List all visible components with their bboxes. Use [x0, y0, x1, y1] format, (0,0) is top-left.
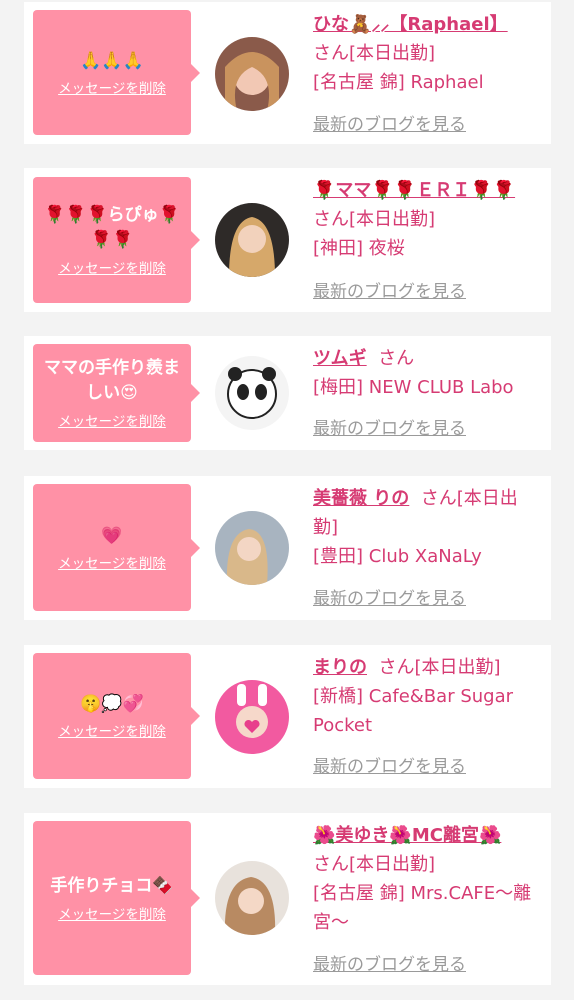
cast-status: さん[本日出勤] — [313, 43, 436, 64]
cast-info: ツムギ さん [梅田] NEW CLUB Labo — [313, 344, 537, 402]
cast-name-link[interactable]: 美薔薇 りの — [313, 488, 409, 509]
avatar[interactable] — [215, 37, 289, 111]
cast-status: さん — [378, 348, 415, 369]
message-text: 🤫💭💞 — [80, 694, 144, 714]
latest-blog-link[interactable]: 最新のブログを見る — [313, 950, 466, 975]
cast-info: 🌹ママ🌹🌹ＥＲＩ🌹🌹 さん[本日出勤] [神田] 夜桜 — [313, 176, 537, 263]
cast-info: ひな🧸⸝⸝【Raphael】 さん[本日出勤] [名古屋 錦] Raphael — [313, 10, 537, 97]
avatar[interactable] — [215, 861, 289, 935]
delete-message-link[interactable]: メッセージを削除 — [58, 552, 166, 572]
message-card: 💗 メッセージを削除 美薔薇 りの さん[本日出勤] [豊田] Club XaN… — [24, 476, 551, 620]
message-card: ママの手作り羨ましい😍 メッセージを削除 ツムギ さん [梅田] NEW CLU… — [24, 336, 551, 450]
latest-blog-link[interactable]: 最新のブログを見る — [313, 584, 466, 609]
message-text: 🌹🌹🌹らぴゅ🌹🌹🌹 — [44, 205, 180, 250]
shop-location: [梅田] NEW CLUB Labo — [313, 377, 514, 398]
cast-name-link[interactable]: ツムギ — [313, 348, 367, 369]
delete-message-link[interactable]: メッセージを削除 — [58, 257, 166, 277]
delete-message-link[interactable]: メッセージを削除 — [58, 903, 166, 923]
cast-status: さん[本日出勤] — [313, 854, 436, 875]
message-card: 🙏🙏🙏 メッセージを削除 ひな🧸⸝⸝【Raphael】 さん[本日出勤] [名古… — [24, 2, 551, 144]
latest-blog-link[interactable]: 最新のブログを見る — [313, 277, 466, 302]
delete-message-link[interactable]: メッセージを削除 — [58, 410, 166, 430]
message-bubble: 手作りチョコ🍫 メッセージを削除 — [33, 821, 200, 975]
cast-info: 美薔薇 りの さん[本日出勤] [豊田] Club XaNaLy — [313, 484, 537, 571]
cast-name-link[interactable]: まりの — [313, 657, 367, 678]
avatar[interactable] — [215, 203, 289, 277]
latest-blog-link[interactable]: 最新のブログを見る — [313, 752, 466, 777]
message-text: 💗 — [101, 525, 123, 546]
avatar[interactable] — [215, 680, 289, 754]
avatar[interactable] — [215, 511, 289, 585]
message-text: 手作りチョコ🍫 — [50, 875, 174, 896]
message-card: 手作りチョコ🍫 メッセージを削除 🌺美ゆき🌺MC離宮🌺 さん[本日出勤] [名古… — [24, 813, 551, 985]
message-bubble: 🙏🙏🙏 メッセージを削除 — [33, 10, 200, 135]
cast-status: さん[本日出勤] — [378, 657, 501, 678]
delete-message-link[interactable]: メッセージを削除 — [58, 720, 166, 740]
avatar[interactable] — [215, 356, 289, 430]
shop-location: [新橋] Cafe&Bar Sugar Pocket — [313, 686, 514, 736]
cast-info: 🌺美ゆき🌺MC離宮🌺 さん[本日出勤] [名古屋 錦] Mrs.CAFE～離宮～ — [313, 821, 537, 937]
cast-name-link[interactable]: 🌹ママ🌹🌹ＥＲＩ🌹🌹 — [313, 180, 515, 201]
delete-message-link[interactable]: メッセージを削除 — [58, 77, 166, 97]
shop-location: [名古屋 錦] Mrs.CAFE～離宮～ — [313, 883, 532, 933]
message-bubble: 💗 メッセージを削除 — [33, 484, 200, 611]
message-bubble: 🌹🌹🌹らぴゅ🌹🌹🌹 メッセージを削除 — [33, 177, 200, 303]
message-card: 🌹🌹🌹らぴゅ🌹🌹🌹 メッセージを削除 🌹ママ🌹🌹ＥＲＩ🌹🌹 さん[本日出勤] [… — [24, 168, 551, 312]
message-text: ママの手作り羨ましい😍 — [44, 358, 180, 403]
cast-info: まりの さん[本日出勤] [新橋] Cafe&Bar Sugar Pocket — [313, 653, 537, 740]
shop-location: [豊田] Club XaNaLy — [313, 546, 482, 567]
latest-blog-link[interactable]: 最新のブログを見る — [313, 110, 466, 135]
message-card: 🤫💭💞 メッセージを削除 まりの さん[本日出勤] [新橋] Cafe&Bar … — [24, 645, 551, 788]
shop-location: [名古屋 錦] Raphael — [313, 72, 484, 93]
message-bubble: ママの手作り羨ましい😍 メッセージを削除 — [33, 344, 200, 442]
cast-status: さん[本日出勤] — [313, 209, 436, 230]
message-text: 🙏🙏🙏 — [80, 50, 144, 71]
cast-name-link[interactable]: 🌺美ゆき🌺MC離宮🌺 — [313, 825, 501, 846]
latest-blog-link[interactable]: 最新のブログを見る — [313, 414, 466, 439]
cast-name-link[interactable]: ひな🧸⸝⸝【Raphael】 — [313, 14, 508, 35]
message-bubble: 🤫💭💞 メッセージを削除 — [33, 653, 200, 779]
shop-location: [神田] 夜桜 — [313, 238, 405, 259]
